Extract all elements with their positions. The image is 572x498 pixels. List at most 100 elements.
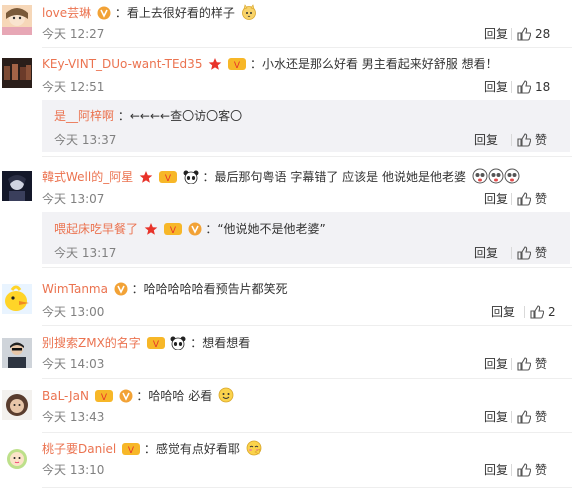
reply-button[interactable]: 回复 [484, 356, 508, 372]
divider-line [511, 81, 512, 93]
svg-text:V: V [101, 393, 108, 403]
member-badge-icon: V [94, 389, 113, 407]
avatar[interactable] [2, 338, 32, 368]
like-label: 赞 [535, 463, 548, 477]
comment-line: 韓式Well的_阿星 V ：最后那句粤语 字幕错了 应该是 他说她是他老婆 [42, 168, 520, 188]
vip-badge-icon [188, 222, 202, 240]
reply-button[interactable]: 回复 [484, 462, 508, 478]
comment-line: 别搜索ZMX的名字 V ：想看想看 [42, 335, 250, 354]
divider-line [511, 358, 512, 370]
like-button[interactable]: 2 [524, 304, 556, 323]
avatar[interactable] [2, 58, 32, 88]
comment-item: love芸琳 ：看上去很好看的样子 今天 12:27 回复 28 [0, 0, 572, 48]
reply-button[interactable]: 回复 [474, 245, 498, 261]
comment-time: 今天 12:27 [42, 27, 105, 41]
reply-text: ：“他说她不是他老婆” [205, 222, 326, 236]
comment-time: 今天 13:07 [42, 192, 105, 206]
like-button[interactable]: 18 [511, 79, 551, 98]
like-label: 赞 [535, 192, 548, 206]
like-count: 2 [548, 305, 556, 319]
reply-button[interactable]: 回复 [474, 132, 498, 148]
row-divider [42, 325, 572, 326]
like-label: 赞 [535, 357, 548, 371]
comment-line: love芸琳 ：看上去很好看的样子 [42, 4, 257, 24]
comment-item: 桃子要Daniel V ：感觉有点好看耶 今天 13:10 回复 赞 [0, 437, 572, 488]
star-badge-icon [144, 222, 158, 240]
avatar[interactable] [2, 284, 32, 314]
like-count: 28 [535, 27, 551, 41]
thumb-up-icon [517, 133, 532, 151]
svg-text:V: V [170, 226, 177, 236]
thumb-up-icon [517, 80, 532, 98]
avatar[interactable] [2, 443, 32, 473]
username-link[interactable]: love芸琳 [42, 6, 91, 20]
comment-text: ：最后那句粤语 字幕错了 应该是 他说她是他老婆 [202, 170, 466, 184]
svg-text:V: V [234, 61, 241, 71]
like-count: 18 [535, 80, 551, 94]
username-link[interactable]: 韓式Well的_阿星 [42, 170, 133, 184]
like-button[interactable]: 赞 [511, 356, 548, 375]
avatar[interactable] [2, 171, 32, 201]
comment-item: BaL-JaN V ：哈哈哈 必看 今天 13:43 回复 赞 [0, 384, 572, 433]
username-link[interactable]: 别搜索ZMX的名字 [42, 336, 141, 350]
username-link[interactable]: 桃子要Daniel [42, 442, 116, 456]
comment-item: KEy-VINT_DUo-want-TEd35 V ：小水还是那么好看 男主看起… [0, 52, 572, 157]
thumb-up-icon [517, 192, 532, 210]
like-button[interactable]: 赞 [511, 409, 547, 428]
like-button[interactable]: 赞 [511, 462, 548, 481]
reply-button[interactable]: 回复 [484, 79, 508, 95]
comment-time: 今天 13:43 [42, 410, 105, 424]
comment-item: WimTanma ：哈哈哈哈哈看预告片都笑死 今天 13:00 回复 2 [0, 277, 572, 326]
username-link[interactable]: BaL-JaN [42, 389, 89, 403]
divider-line [511, 247, 512, 259]
svg-text:V: V [128, 446, 135, 456]
row-divider [42, 378, 572, 379]
row-divider [42, 156, 572, 157]
avatar[interactable] [2, 5, 32, 35]
username-link[interactable]: 是__阿梓啊 [54, 109, 114, 123]
star-badge-icon [208, 57, 222, 75]
divider-line [511, 411, 512, 423]
reply-button[interactable]: 回复 [484, 409, 508, 425]
reply-box: 是__阿梓啊 ：←←←←查〇访〇客〇 今天 13:37 回复 赞 [42, 100, 570, 152]
comment-time: 今天 13:10 [42, 463, 105, 477]
like-button[interactable]: 赞 [511, 191, 548, 210]
thumb-up-icon [517, 27, 532, 45]
divider-line [511, 134, 512, 146]
reply-button[interactable]: 回复 [484, 26, 508, 42]
reply-line: 是__阿梓啊 ：←←←←查〇访〇客〇 [54, 108, 242, 124]
thumb-up-icon [517, 463, 532, 481]
comment-item: 别搜索ZMX的名字 V ：想看想看 今天 14:03 回复 赞 [0, 331, 572, 379]
comment-text: ：感觉有点好看耶 [143, 442, 240, 456]
smile-emoji-icon [218, 387, 234, 407]
like-button[interactable]: 赞 [511, 132, 547, 151]
reply-button[interactable]: 回复 [491, 304, 515, 320]
comment-text: ：想看想看 [190, 336, 251, 350]
divider-line [511, 193, 512, 205]
like-button[interactable]: 28 [511, 26, 551, 45]
comment-text: ：哈哈哈哈哈看预告片都笑死 [131, 282, 288, 296]
reply-text: ：←←←←查〇访〇客〇 [117, 109, 243, 123]
star-badge-icon [139, 170, 153, 188]
thumb-up-icon [517, 246, 532, 264]
divider-line [511, 28, 512, 40]
username-link[interactable]: WimTanma [42, 282, 108, 296]
username-link[interactable]: KEy-VINT_DUo-want-TEd35 [42, 57, 202, 71]
username-link[interactable]: 喂起床吃早餐了 [54, 222, 138, 236]
like-label: 赞 [535, 246, 548, 260]
row-divider [42, 487, 572, 488]
avatar[interactable] [2, 390, 32, 420]
divider-line [511, 464, 512, 476]
vip-badge-icon [119, 389, 133, 407]
svg-text:V: V [153, 340, 160, 350]
comment-time: 今天 12:51 [42, 80, 105, 94]
row-divider [42, 267, 572, 268]
reply-button[interactable]: 回复 [484, 191, 508, 207]
row-divider [42, 432, 572, 433]
comment-time: 今天 13:00 [42, 305, 105, 319]
comment-text: ：看上去很好看的样子 [114, 6, 235, 20]
thumb-up-icon [517, 357, 532, 375]
cute-emoji-icon [241, 4, 257, 24]
svg-text:V: V [165, 174, 172, 184]
like-button[interactable]: 赞 [511, 245, 548, 264]
